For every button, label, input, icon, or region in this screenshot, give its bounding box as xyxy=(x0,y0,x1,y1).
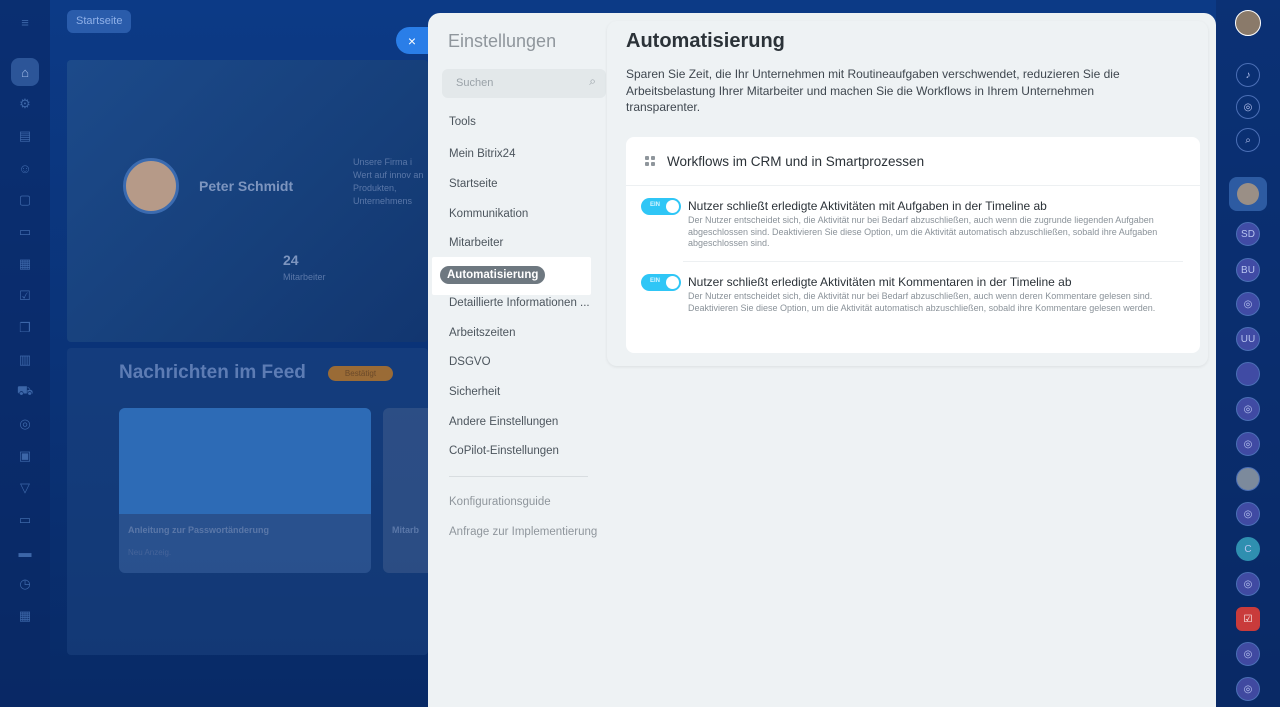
toggle-knob xyxy=(666,276,679,289)
search-input[interactable]: Suchen ⌕ xyxy=(442,69,606,98)
search-chat-icon[interactable]: ⌕ xyxy=(1236,128,1260,152)
target-icon[interactable]: ◎ xyxy=(17,416,33,432)
page-description: Sparen Sie Zeit, die Ihr Unternehmen mit… xyxy=(626,67,1120,114)
profile-name: Peter Schmidt xyxy=(199,178,294,194)
chat-avatar[interactable]: SD xyxy=(1236,222,1260,246)
left-sidebar: ≡ ⌂ ⚙ ▤ ☺ ▢ ▭ ▦ ☑ ❐ ▥ ⛟ ◎ ▣ ▽ ▭ ▬ ◷ ▦ xyxy=(0,0,50,707)
nav-item-sicherheit[interactable]: Sicherheit xyxy=(449,386,500,398)
nav-item-startseite[interactable]: Startseite xyxy=(449,178,498,190)
settings-panel: Einstellungen Suchen ⌕ Tools Mein Bitrix… xyxy=(428,13,1216,707)
chat-avatar[interactable]: C xyxy=(1236,537,1260,561)
document-icon[interactable]: ▢ xyxy=(17,192,33,208)
section-divider xyxy=(626,185,1200,186)
nav-item-arbeitszeiten[interactable]: Arbeitszeiten xyxy=(449,327,515,339)
toggle-knob xyxy=(666,200,679,213)
clock-icon[interactable]: ◷ xyxy=(17,576,33,592)
tab-startseite[interactable]: Startseite xyxy=(67,10,132,33)
card-title: Mitarb xyxy=(392,525,419,535)
apps-icon xyxy=(645,156,656,167)
tasks-chat-icon[interactable]: ☑ xyxy=(1236,607,1260,631)
toggle-label: EIN xyxy=(650,202,661,208)
copilot-chat-icon[interactable]: ◎ xyxy=(1236,642,1260,666)
feed-card[interactable]: Mitarb xyxy=(383,408,428,573)
copilot-chat-icon[interactable]: ◎ xyxy=(1236,432,1260,456)
nav-divider xyxy=(449,476,588,477)
about-text: Unsere Firma i Wert auf innov an Produkt… xyxy=(353,157,424,206)
feed-icon[interactable]: ▤ xyxy=(17,128,33,144)
copilot-chat-icon[interactable]: ◎ xyxy=(1236,502,1260,526)
option-title: Nutzer schließt erledigte Aktivitäten mi… xyxy=(688,199,1047,213)
employees-label: Mitarbeiter xyxy=(283,272,326,282)
shop-icon[interactable]: ▣ xyxy=(17,448,33,464)
panel-title: Einstellungen xyxy=(448,31,557,51)
user-avatar[interactable] xyxy=(1235,10,1261,36)
car-icon[interactable]: ▬ xyxy=(17,544,33,560)
nav-item-label: Automatisierung xyxy=(440,266,546,284)
chat-avatar[interactable] xyxy=(1236,362,1260,386)
toggle-switch[interactable]: EIN xyxy=(641,274,681,291)
card-meta: Neu Anzeig. xyxy=(128,548,172,557)
chat-avatar[interactable]: UU xyxy=(1236,327,1260,351)
cart-icon[interactable]: ⛟ xyxy=(17,383,33,400)
filter-icon[interactable]: ▽ xyxy=(17,480,33,496)
card-image xyxy=(119,408,371,514)
avatar xyxy=(123,158,179,214)
news-feed: Nachrichten im Feed Bestätigt Anleitung … xyxy=(67,348,428,655)
copilot-chat-icon[interactable]: ◎ xyxy=(1236,677,1260,701)
option-description: Der Nutzer entscheidet sich, die Aktivit… xyxy=(688,291,1156,313)
copilot-icon[interactable]: ◎ xyxy=(1236,95,1260,119)
toggle-switch[interactable]: EIN xyxy=(641,198,681,215)
home-icon[interactable]: ⌂ xyxy=(11,58,39,86)
chart-icon[interactable]: ▥ xyxy=(17,352,33,368)
chat-icon[interactable]: ▦ xyxy=(17,256,33,272)
nav-item-andere-einstellungen[interactable]: Andere Einstellungen xyxy=(449,416,558,428)
chat-avatar[interactable] xyxy=(1236,467,1260,491)
nav-item-dsgvo[interactable]: DSGVO xyxy=(449,356,491,368)
screen-icon[interactable]: ▭ xyxy=(17,512,33,528)
nav-item-konfigurationsguide[interactable]: Konfigurationsguide xyxy=(449,496,551,508)
task-icon[interactable]: ☑ xyxy=(17,288,33,304)
workflow-section: Workflows im CRM und in Smartprozessen E… xyxy=(626,137,1200,353)
nav-item-automatisierung[interactable]: Automatisierung xyxy=(432,257,591,295)
option-divider xyxy=(683,261,1183,262)
copilot-chat-icon[interactable]: ◎ xyxy=(1236,397,1260,421)
nav-item-tools[interactable]: Tools xyxy=(449,116,476,128)
feed-title: Nachrichten im Feed xyxy=(119,362,306,383)
nav-item-copilot-einstellungen[interactable]: CoPilot-Einstellungen xyxy=(449,445,559,457)
close-button[interactable]: × xyxy=(396,27,428,54)
profile-hero: Peter Schmidt 24 Mitarbeiter Unsere Firm… xyxy=(67,60,428,342)
toggle-label: EIN xyxy=(650,278,661,284)
chat-avatar[interactable] xyxy=(1229,177,1267,211)
settings-icon[interactable]: ⚙ xyxy=(17,96,33,112)
option-description: Der Nutzer entscheidet sich, die Aktivit… xyxy=(688,215,1158,248)
bell-icon[interactable]: ♪ xyxy=(1236,63,1260,87)
copy-icon[interactable]: ❐ xyxy=(17,320,33,336)
chat-avatar[interactable]: BU xyxy=(1236,258,1260,282)
copilot-chat-icon[interactable]: ◎ xyxy=(1236,292,1260,316)
users-icon[interactable]: ☺ xyxy=(17,160,33,176)
card-title: Anleitung zur Passwortänderung xyxy=(128,525,270,535)
copilot-chat-icon[interactable]: ◎ xyxy=(1236,572,1260,596)
settings-content: Automatisierung Sparen Sie Zeit, die Ihr… xyxy=(607,21,1208,366)
nav-item-detaillierte-informationen[interactable]: Detaillierte Informationen ... xyxy=(449,297,590,309)
employees-count: 24 xyxy=(283,252,299,268)
nav-item-kommunikation[interactable]: Kommunikation xyxy=(449,208,528,220)
section-title: Workflows im CRM und in Smartprozessen xyxy=(667,154,925,169)
nav-item-mein-bitrix24[interactable]: Mein Bitrix24 xyxy=(449,148,515,160)
menu-icon[interactable]: ≡ xyxy=(17,14,33,30)
grid-icon[interactable]: ▦ xyxy=(17,608,33,624)
feed-card[interactable]: Anleitung zur Passwortänderung Neu Anzei… xyxy=(119,408,371,573)
right-sidebar: ♪ ◎ ⌕ SD BU ◎ UU ◎ ◎ ◎ C ◎ ☑ ◎ ◎ xyxy=(1216,0,1280,707)
option-title: Nutzer schließt erledigte Aktivitäten mi… xyxy=(688,275,1072,289)
nav-item-anfrage-implementierung[interactable]: Anfrage zur Implementierung xyxy=(449,526,597,538)
nav-item-mitarbeiter[interactable]: Mitarbeiter xyxy=(449,237,503,249)
page-title: Automatisierung xyxy=(626,30,785,52)
search-placeholder: Suchen xyxy=(456,77,494,89)
card-icon[interactable]: ▭ xyxy=(17,224,33,240)
search-icon: ⌕ xyxy=(589,74,596,88)
feed-badge: Bestätigt xyxy=(328,366,393,381)
